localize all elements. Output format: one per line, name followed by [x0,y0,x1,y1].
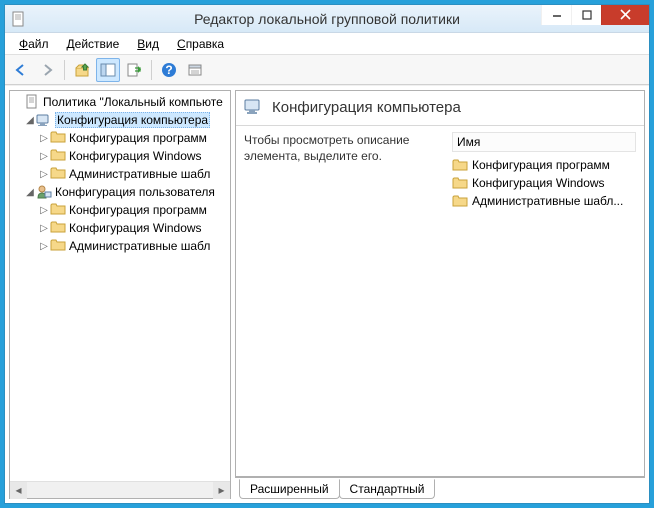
list-item[interactable]: Конфигурация Windows [452,174,636,192]
folder-icon [50,166,66,182]
help-button[interactable]: ? [157,58,181,82]
folder-icon [452,176,468,190]
tree-computer-config[interactable]: ◢ Конфигурация компьютера [10,111,230,129]
menu-action[interactable]: Действие [59,35,128,53]
tree-item[interactable]: ▷ Административные шабл [10,237,230,255]
tree-label: Конфигурация Windows [69,221,202,235]
expand-icon[interactable]: ▷ [38,241,50,252]
folder-icon [50,130,66,146]
up-button[interactable] [70,58,94,82]
column-header-name[interactable]: Имя [452,132,636,152]
expand-icon[interactable]: ▷ [38,169,50,180]
tab-standard[interactable]: Стандартный [339,479,436,499]
tree-label: Конфигурация программ [69,131,207,145]
item-list[interactable]: Имя Конфигурация программ Конфигурация W… [452,132,636,470]
menu-bar: Файл Действие Вид Справка [5,33,649,55]
detail-heading: Конфигурация компьютера [272,99,461,116]
tree-label: Конфигурация компьютера [55,112,210,128]
computer-icon [244,97,264,117]
collapse-icon[interactable]: ◢ [24,115,36,126]
tree-pane: Политика "Локальный компьюте ◢ Конфигура… [9,90,231,499]
folder-icon [452,194,468,208]
properties-button[interactable] [183,58,207,82]
menu-view[interactable]: Вид [129,35,167,53]
show-hide-tree-button[interactable] [96,58,120,82]
title-bar: Редактор локальной групповой политики [5,5,649,33]
tree-item[interactable]: ▷ Конфигурация программ [10,201,230,219]
tree-root[interactable]: Политика "Локальный компьюте [10,93,230,111]
document-icon [24,94,40,110]
expand-icon[interactable]: ▷ [38,205,50,216]
view-tabs: Расширенный Стандартный [235,477,645,499]
description-text: Чтобы просмотреть описание элемента, выд… [244,132,444,470]
toolbar-separator [64,60,65,80]
maximize-button[interactable] [571,5,601,25]
scroll-left-icon[interactable]: ◂ [10,482,27,499]
tree-label: Административные шабл [69,167,210,181]
tree-label: Конфигурация Windows [69,149,202,163]
export-button[interactable] [122,58,146,82]
folder-icon [50,202,66,218]
menu-help[interactable]: Справка [169,35,232,53]
folder-icon [50,220,66,236]
close-button[interactable] [601,5,649,25]
tree-label: Конфигурация пользователя [55,185,215,199]
minimize-button[interactable] [541,5,571,25]
horizontal-scrollbar[interactable]: ◂ ▸ [10,481,230,498]
expand-icon[interactable]: ▷ [38,151,50,162]
collapse-icon[interactable]: ◢ [24,187,36,198]
computer-icon [36,112,52,128]
tree-label: Политика "Локальный компьюте [43,95,223,109]
tree-user-config[interactable]: ◢ Конфигурация пользователя [10,183,230,201]
list-item-label: Конфигурация Windows [472,176,605,190]
tree-item[interactable]: ▷ Конфигурация Windows [10,219,230,237]
list-item-label: Конфигурация программ [472,158,610,172]
expand-icon[interactable]: ▷ [38,133,50,144]
tree-label: Конфигурация программ [69,203,207,217]
folder-icon [452,158,468,172]
list-item-label: Административные шабл... [472,194,623,208]
user-icon [36,184,52,200]
back-button[interactable] [9,58,33,82]
app-icon [11,11,27,27]
toolbar: ? [5,55,649,85]
tree-item[interactable]: ▷ Конфигурация Windows [10,147,230,165]
svg-text:?: ? [165,63,172,77]
list-item[interactable]: Административные шабл... [452,192,636,210]
forward-button[interactable] [35,58,59,82]
tab-extended[interactable]: Расширенный [239,479,340,499]
policy-tree[interactable]: Политика "Локальный компьюте ◢ Конфигура… [10,91,230,481]
folder-icon [50,148,66,164]
detail-header: Конфигурация компьютера [236,91,644,126]
toolbar-separator [151,60,152,80]
folder-icon [50,238,66,254]
tree-item[interactable]: ▷ Конфигурация программ [10,129,230,147]
tree-item[interactable]: ▷ Административные шабл [10,165,230,183]
menu-file[interactable]: Файл [11,35,57,53]
scroll-right-icon[interactable]: ▸ [213,482,230,499]
expand-icon[interactable]: ▷ [38,223,50,234]
tree-label: Административные шабл [69,239,210,253]
list-item[interactable]: Конфигурация программ [452,156,636,174]
detail-pane: Конфигурация компьютера Чтобы просмотрет… [235,90,645,499]
